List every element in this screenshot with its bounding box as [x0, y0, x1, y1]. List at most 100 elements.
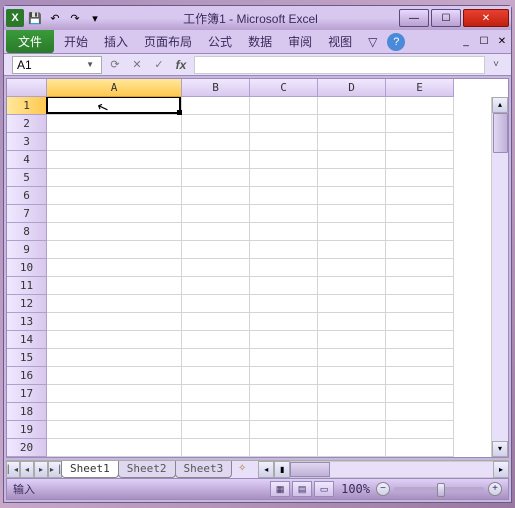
cell[interactable] — [318, 97, 386, 115]
zoom-out-button[interactable]: − — [376, 482, 390, 496]
close-button[interactable]: ✕ — [463, 9, 509, 27]
cell[interactable] — [47, 331, 182, 349]
cell[interactable] — [47, 277, 182, 295]
cell[interactable] — [318, 187, 386, 205]
row-header[interactable]: 4 — [7, 151, 47, 169]
qat-dropdown-icon[interactable]: ▾ — [86, 9, 104, 27]
column-header[interactable]: A — [47, 79, 182, 97]
cell[interactable] — [250, 313, 318, 331]
cell[interactable] — [386, 187, 454, 205]
cell[interactable] — [182, 403, 250, 421]
ribbon-tab-review[interactable]: 审阅 — [280, 30, 320, 53]
ribbon-tab-home[interactable]: 开始 — [56, 30, 96, 53]
cell[interactable] — [47, 421, 182, 439]
vscroll-thumb[interactable] — [493, 113, 508, 153]
sheet-nav-first[interactable]: ▏◂ — [6, 461, 20, 478]
mdi-minimize-button[interactable]: _ — [457, 30, 475, 53]
cell[interactable] — [182, 133, 250, 151]
sheet-tab[interactable]: Sheet3 — [175, 461, 233, 478]
cell[interactable] — [182, 97, 250, 115]
scroll-right-icon[interactable]: ▸ — [493, 461, 509, 478]
cell[interactable] — [250, 151, 318, 169]
cell[interactable] — [318, 259, 386, 277]
excel-icon[interactable]: X — [6, 9, 24, 27]
cell[interactable] — [47, 439, 182, 457]
row-header[interactable]: 18 — [7, 403, 47, 421]
row-header[interactable]: 3 — [7, 133, 47, 151]
row-header[interactable]: 11 — [7, 277, 47, 295]
column-header[interactable]: D — [318, 79, 386, 97]
cell[interactable] — [182, 349, 250, 367]
zoom-in-button[interactable]: + — [488, 482, 502, 496]
view-normal-icon[interactable]: ▦ — [270, 481, 290, 497]
cell[interactable] — [318, 205, 386, 223]
cell[interactable] — [318, 169, 386, 187]
cell[interactable] — [386, 115, 454, 133]
hscroll-track[interactable] — [290, 461, 493, 478]
cell[interactable] — [250, 259, 318, 277]
cell[interactable] — [182, 223, 250, 241]
mdi-close-button[interactable]: ✕ — [493, 30, 511, 53]
cell[interactable] — [47, 97, 182, 115]
column-header[interactable]: C — [250, 79, 318, 97]
row-header[interactable]: 10 — [7, 259, 47, 277]
cell[interactable] — [318, 439, 386, 457]
cell[interactable] — [318, 403, 386, 421]
cell[interactable] — [47, 169, 182, 187]
cell[interactable] — [182, 259, 250, 277]
row-header[interactable]: 7 — [7, 205, 47, 223]
cell[interactable] — [250, 385, 318, 403]
cell[interactable] — [318, 241, 386, 259]
zoom-slider[interactable] — [394, 487, 484, 491]
hscroll-thumb[interactable] — [290, 462, 330, 477]
undo-icon[interactable]: ↶ — [46, 9, 64, 27]
cell[interactable] — [250, 295, 318, 313]
cell[interactable] — [318, 133, 386, 151]
row-header[interactable]: 12 — [7, 295, 47, 313]
sheet-tab[interactable]: Sheet1 — [61, 461, 119, 478]
cell[interactable] — [182, 385, 250, 403]
formula-refresh-icon[interactable]: ⟳ — [106, 57, 124, 73]
cell[interactable] — [386, 421, 454, 439]
cell[interactable] — [318, 313, 386, 331]
ribbon-tab-view[interactable]: 视图 — [320, 30, 360, 53]
redo-icon[interactable]: ↷ — [66, 9, 84, 27]
cell[interactable] — [47, 133, 182, 151]
horizontal-scrollbar[interactable]: ◂ ▮ ▸ — [258, 461, 509, 478]
cell[interactable] — [386, 133, 454, 151]
cell[interactable] — [386, 385, 454, 403]
cell[interactable] — [250, 187, 318, 205]
cell[interactable] — [47, 385, 182, 403]
cell[interactable] — [318, 295, 386, 313]
cell[interactable] — [47, 187, 182, 205]
row-header[interactable]: 5 — [7, 169, 47, 187]
column-header[interactable]: E — [386, 79, 454, 97]
cell[interactable] — [47, 259, 182, 277]
cell[interactable] — [318, 277, 386, 295]
scroll-left-icon[interactable]: ◂ — [258, 461, 274, 478]
row-header[interactable]: 16 — [7, 367, 47, 385]
cell[interactable] — [250, 367, 318, 385]
cell[interactable] — [250, 349, 318, 367]
title-bar[interactable]: X 💾 ↶ ↷ ▾ 工作簿1 - Microsoft Excel — ☐ ✕ — [4, 6, 511, 30]
row-header[interactable]: 13 — [7, 313, 47, 331]
cell[interactable] — [47, 403, 182, 421]
cell[interactable] — [250, 277, 318, 295]
cell[interactable] — [250, 241, 318, 259]
ribbon-tab-data[interactable]: 数据 — [240, 30, 280, 53]
row-header[interactable]: 8 — [7, 223, 47, 241]
cell[interactable] — [318, 421, 386, 439]
cell[interactable] — [318, 385, 386, 403]
ribbon-tab-formulas[interactable]: 公式 — [200, 30, 240, 53]
cell[interactable] — [386, 367, 454, 385]
cell[interactable] — [386, 241, 454, 259]
zoom-level[interactable]: 100% — [341, 482, 370, 496]
cell[interactable] — [250, 331, 318, 349]
help-icon[interactable]: ? — [387, 33, 405, 51]
cell[interactable] — [47, 349, 182, 367]
cell[interactable] — [318, 223, 386, 241]
new-sheet-icon[interactable]: ✧ — [232, 461, 252, 478]
cell[interactable] — [250, 421, 318, 439]
vertical-scrollbar[interactable]: ▴ ▾ — [491, 97, 508, 457]
mdi-restore-button[interactable]: ☐ — [475, 30, 493, 53]
